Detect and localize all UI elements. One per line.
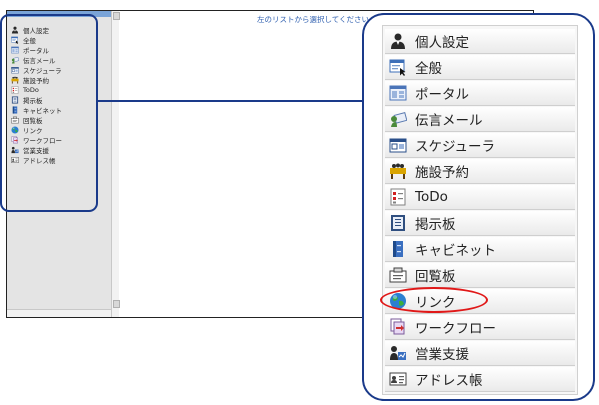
- instruction-text: 左のリストから選択してください。: [257, 15, 377, 24]
- menu-item-4[interactable]: スケジューラ: [385, 133, 575, 158]
- sales-support-icon: [389, 344, 407, 362]
- menu-item-1[interactable]: 全般: [385, 55, 575, 80]
- menu-item-label: スケジューラ: [415, 139, 496, 155]
- vertical-scrollbar[interactable]: [111, 11, 120, 317]
- portal-icon: [389, 84, 407, 102]
- person-icon: [389, 32, 407, 50]
- menu-item-label: アドレス帳: [415, 373, 483, 389]
- menu-item-11[interactable]: ワークフロー: [385, 315, 575, 340]
- sidebar-focus-outline: [0, 14, 98, 212]
- scheduler-icon: [389, 136, 407, 154]
- menu-item-9[interactable]: 回覧板: [385, 263, 575, 288]
- menu-item-label: 施設予約: [415, 165, 469, 181]
- todo-icon: [389, 188, 407, 206]
- circular-icon: [389, 266, 407, 284]
- menu-item-label: 掲示板: [415, 217, 456, 233]
- menu-item-13[interactable]: アドレス帳: [385, 367, 575, 392]
- menu-item-label: ToDo: [415, 189, 448, 205]
- menu-item-label: 全般: [415, 61, 442, 77]
- menu-item-label: ワークフロー: [415, 321, 496, 337]
- general-settings-icon: [389, 58, 407, 76]
- menu-item-7[interactable]: 掲示板: [385, 211, 575, 236]
- facility-reservation-icon: [389, 162, 407, 180]
- zoom-callout: 個人設定全般ポータル伝言メールスケジューラ 施設予約 ToDo 掲示板キャビネット 回覧…: [362, 13, 595, 401]
- address-book-icon: [389, 370, 407, 388]
- menu-item-5[interactable]: 施設予約: [385, 159, 575, 184]
- callout-connector-line: [97, 100, 362, 102]
- bulletin-board-icon: [389, 214, 407, 232]
- scroll-down-arrow[interactable]: [113, 300, 120, 308]
- zoomed-menu: 個人設定全般ポータル伝言メールスケジューラ 施設予約 ToDo 掲示板キャビネット 回覧…: [382, 25, 578, 395]
- link-item-highlight: [380, 287, 488, 313]
- workflow-icon: [389, 318, 407, 336]
- menu-item-0[interactable]: 個人設定: [385, 29, 575, 54]
- horizontal-scrollbar[interactable]: [7, 309, 111, 317]
- menu-item-2[interactable]: ポータル: [385, 81, 575, 106]
- menu-item-8[interactable]: キャビネット: [385, 237, 575, 262]
- menu-item-6[interactable]: ToDo: [385, 185, 575, 210]
- menu-item-3[interactable]: 伝言メール: [385, 107, 575, 132]
- menu-item-12[interactable]: 営業支援: [385, 341, 575, 366]
- menu-item-label: 個人設定: [415, 35, 469, 51]
- menu-item-label: 回覧板: [415, 269, 456, 285]
- scroll-up-arrow[interactable]: [113, 12, 120, 20]
- message-mail-icon: [389, 110, 408, 128]
- menu-item-label: キャビネット: [415, 243, 496, 259]
- menu-item-label: ポータル: [415, 87, 469, 103]
- menu-item-label: 伝言メール: [415, 113, 483, 129]
- cabinet-icon: [389, 240, 407, 258]
- menu-item-label: 営業支援: [415, 347, 469, 363]
